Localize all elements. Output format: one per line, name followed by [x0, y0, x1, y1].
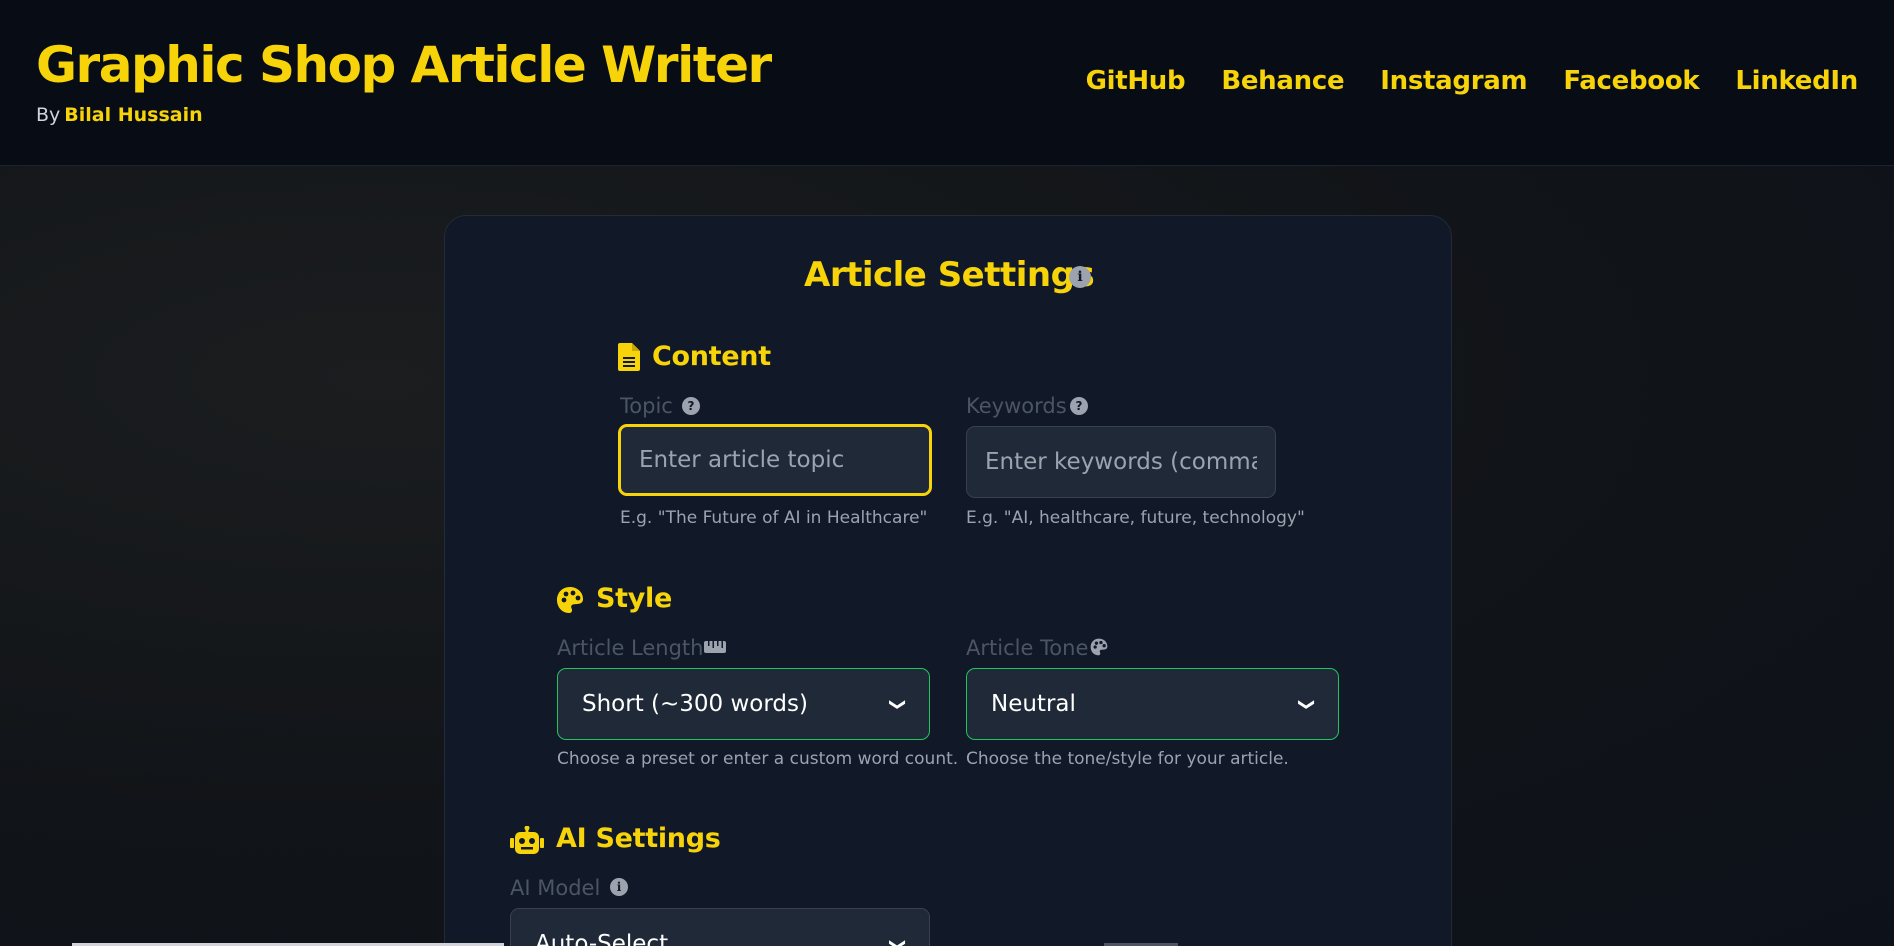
keywords-hint: E.g. "AI, healthcare, future, technology… — [966, 508, 1305, 528]
chevron-down-icon: ❯ — [1297, 697, 1317, 711]
top-bar: Graphic Shop Article Writer By Bilal Huss… — [0, 0, 1894, 166]
article-length-value: Short (~300 words) — [582, 691, 808, 717]
info-icon[interactable]: i — [610, 878, 628, 896]
robot-icon — [510, 826, 544, 854]
topic-hint: E.g. "The Future of AI in Healthcare" — [620, 508, 928, 528]
social-nav: GitHub Behance Instagram Facebook Linked… — [1086, 66, 1859, 96]
article-tone-hint: Choose the tone/style for your article. — [966, 749, 1289, 769]
section-title-style: Style — [596, 583, 673, 614]
nav-link-linkedin[interactable]: LinkedIn — [1735, 66, 1858, 96]
panel-title: Article Settings — [804, 255, 1095, 295]
article-tone-value: Neutral — [991, 691, 1076, 717]
article-tone-label: Article Tone — [966, 636, 1089, 660]
info-icon[interactable]: i — [1069, 266, 1091, 288]
nav-link-github[interactable]: GitHub — [1086, 66, 1186, 96]
topic-input[interactable] — [618, 424, 932, 496]
question-icon[interactable]: ? — [682, 397, 700, 415]
section-title-ai-settings: AI Settings — [556, 823, 721, 854]
section-title-content: Content — [652, 341, 771, 372]
chevron-down-icon: ❯ — [888, 937, 908, 946]
byline: By Bilal Hussain — [36, 104, 203, 126]
chevron-down-icon: ❯ — [888, 697, 908, 711]
article-tone-select[interactable]: Neutral ❯ — [966, 668, 1339, 740]
ai-model-select[interactable]: Auto-Select ❯ — [510, 908, 930, 946]
author-name: Bilal Hussain — [64, 104, 203, 126]
article-length-select[interactable]: Short (~300 words) ❯ — [557, 668, 930, 740]
question-icon[interactable]: ? — [1070, 397, 1088, 415]
keywords-label: Keywords — [966, 394, 1067, 418]
nav-link-behance[interactable]: Behance — [1221, 66, 1344, 96]
document-icon — [618, 343, 640, 371]
ai-model-value: Auto-Select — [535, 931, 669, 946]
palette-icon — [557, 587, 583, 613]
byline-prefix: By — [36, 104, 61, 126]
nav-link-facebook[interactable]: Facebook — [1563, 66, 1699, 96]
ai-model-label: AI Model — [510, 876, 601, 900]
app-title: Graphic Shop Article Writer — [36, 36, 772, 94]
article-length-hint: Choose a preset or enter a custom word c… — [557, 749, 959, 769]
topic-label: Topic — [620, 394, 673, 418]
nav-link-instagram[interactable]: Instagram — [1380, 66, 1527, 96]
ruler-icon — [704, 641, 726, 653]
keywords-input[interactable] — [966, 426, 1276, 498]
article-length-label: Article Length — [557, 636, 704, 660]
palette-icon — [1090, 638, 1108, 656]
